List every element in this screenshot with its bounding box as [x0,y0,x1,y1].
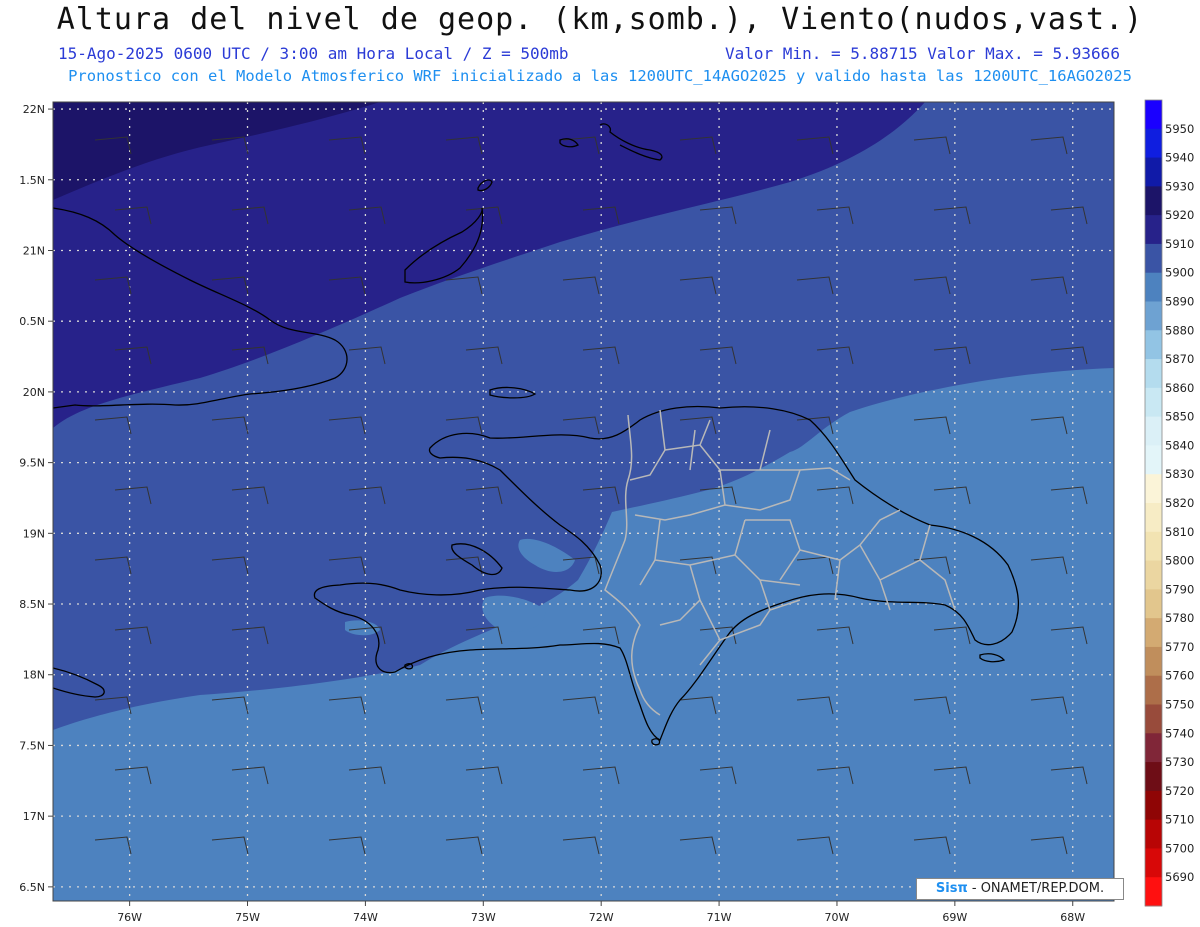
colorbar-label: 5910 [1165,237,1194,251]
lat-tick-label: 9.5N [19,457,45,470]
lat-tick-label: 6.5N [19,881,45,894]
colorbar-swatch [1145,272,1162,302]
lon-tick-label: 71W [707,911,732,924]
lat-tick-label: 1.5N [19,174,45,187]
lat-tick-label: 19N [23,527,45,540]
colorbar-swatch [1145,531,1162,562]
colorbar-swatch [1145,100,1162,130]
colorbar-swatch [1145,387,1162,418]
forecast-map: 76W 75W 74W 73W 72W 71W 70W 69W 68W 22N 1.5N 21N 0.5… [19,99,1200,924]
colorbar-label: 5750 [1165,698,1194,712]
colorbar-swatch [1145,416,1162,446]
lon-tick-label: 73W [471,911,496,924]
colorbar-label: 5850 [1165,410,1194,424]
lat-tick-label: 0.5N [19,315,45,328]
lon-tick-label: 75W [235,911,260,924]
colorbar-swatch [1145,704,1162,734]
colorbar-swatch [1145,445,1162,475]
colorbar-swatch [1145,503,1162,533]
colorbar-label: 5830 [1165,467,1194,481]
colorbar-label: 5730 [1165,755,1194,769]
colorbar-label: 5860 [1165,381,1194,395]
colorbar-swatch [1145,186,1162,216]
colorbar-label: 5950 [1165,122,1194,136]
colorbar-label: 5940 [1165,151,1194,165]
colorbar-label: 5770 [1165,640,1194,654]
colorbar-swatch [1145,790,1162,821]
colorbar-swatch [1145,819,1162,849]
colorbar-label: 5920 [1165,208,1194,222]
lat-tick-label: 22N [23,103,45,116]
lat-tick-label: 18N [23,669,45,682]
sispi-logo: Sisπ [935,881,968,896]
colorbar-label: 5790 [1165,582,1194,596]
lon-tick-label: 70W [825,911,850,924]
lat-tick-label: 20N [23,386,45,399]
wind-barb [1168,767,1200,784]
colorbar-swatch [1145,877,1162,907]
colorbar-label: 5810 [1165,525,1194,539]
lat-tick-label: 7.5N [19,739,45,752]
geopotential-shading [53,102,1114,901]
lat-tick-label: 17N [23,810,45,823]
lon-tick-label: 69W [942,911,967,924]
lon-tick-label: 74W [353,911,378,924]
colorbar-swatch [1145,589,1162,619]
lon-tick-label: 72W [589,911,614,924]
colorbar-label: 5720 [1165,784,1194,798]
colorbar-label: 5880 [1165,323,1194,337]
colorbar-label: 5820 [1165,496,1194,510]
colorbar-label: 5690 [1165,870,1194,884]
colorbar-label: 5710 [1165,813,1194,827]
colorbar-label: 5740 [1165,726,1194,740]
colorbar-label: 5700 [1165,841,1194,855]
colorbar-swatch [1145,359,1162,389]
lon-tick-label: 68W [1060,911,1085,924]
lon-tick-label: 76W [117,911,142,924]
colorbar-swatch [1145,762,1162,792]
colorbar-swatch [1145,733,1162,763]
colorbar-swatch [1145,301,1162,331]
colorbar-swatch [1145,157,1162,187]
colorbar-label: 5760 [1165,669,1194,683]
wind-barb [1168,907,1200,924]
colorbar-label: 5870 [1165,352,1194,366]
colorbar-swatch [1145,675,1162,705]
colorbar-swatch [1145,848,1162,878]
colorbar-label: 5780 [1165,611,1194,625]
colorbar-swatch [1145,474,1162,504]
lat-tick-label: 8.5N [19,598,45,611]
colorbar-swatch [1145,330,1162,360]
colorbar-label: 5840 [1165,438,1194,452]
colorbar-label: 5930 [1165,179,1194,193]
colorbar-swatch [1145,215,1162,245]
colorbar-swatch [1145,128,1162,159]
credit-text: - ONAMET/REP.DOM. [971,881,1105,896]
credit-box: Sisπ - ONAMET/REP.DOM. [916,878,1124,900]
colorbar-swatch [1145,646,1162,677]
colorbar-swatch [1145,560,1162,590]
lat-tick-label: 21N [23,244,45,257]
colorbar-label: 5890 [1165,295,1194,309]
colorbar-swatch [1145,243,1162,274]
colorbar-label: 5800 [1165,554,1194,568]
colorbar: 5950 5940 5930 5920 5910 5900 5890 5880 5870 5860… [1144,99,1194,907]
colorbar-label: 5900 [1165,266,1194,280]
colorbar-swatch [1145,618,1162,648]
